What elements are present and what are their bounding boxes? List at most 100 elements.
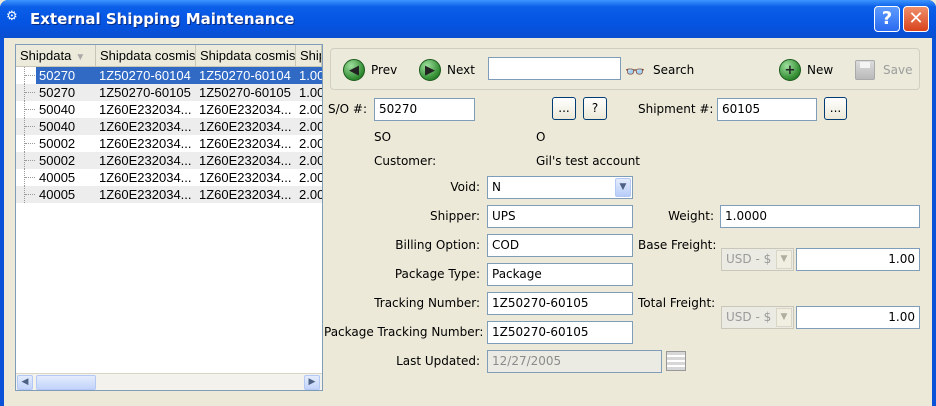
chevron-down-icon[interactable]: ▼ <box>615 178 631 197</box>
save-label: Save <box>883 63 913 77</box>
tree-connector-icon <box>24 84 36 101</box>
table-row[interactable]: 40005 1Z60E232034... 1Z60E232034... 2.00 <box>16 186 322 203</box>
table-cell: 1.00 <box>299 85 322 100</box>
table-cell: 1Z60E232034... <box>199 102 292 117</box>
column-header-cosmis-2[interactable]: Shipdata cosmis <box>196 45 296 67</box>
tracking-number-field[interactable]: 1Z50270-60105 <box>487 292 633 315</box>
plus-icon: + <box>779 59 801 81</box>
package-tracking-number-field[interactable]: 1Z50270-60105 <box>487 321 633 344</box>
weight-label: Weight: <box>668 209 714 223</box>
so-info-button[interactable]: ? <box>583 97 607 120</box>
total-freight-field[interactable]: 1.00 <box>796 306 920 329</box>
void-select[interactable]: N ▼ <box>487 176 633 199</box>
table-cell: 2.00 <box>299 102 322 117</box>
next-label: Next <box>447 63 475 77</box>
table-cell: 1Z60E232034... <box>99 119 192 134</box>
total-freight-label: Total Freight: <box>638 296 716 310</box>
calendar-icon[interactable] <box>666 351 686 371</box>
table-cell: 40005 <box>39 170 76 185</box>
binoculars-icon: 👓 <box>625 62 645 81</box>
client-area: Shipdata ▼ Shipdata cosmis Shipdata cosmi… <box>4 38 932 406</box>
scroll-right-arrow-icon[interactable]: ▶ <box>304 375 320 390</box>
tracking-number-label: Tracking Number: <box>374 296 480 310</box>
search-input[interactable] <box>488 57 621 80</box>
package-tracking-number-label: Package Tracking Number: <box>324 325 484 339</box>
tree-connector-icon <box>24 67 36 84</box>
tree-connector-icon <box>24 118 36 135</box>
tree-connector-icon <box>24 169 36 186</box>
table-cell: 40005 <box>39 187 76 202</box>
order-status-text: O <box>536 130 546 144</box>
package-type-field[interactable]: Package <box>487 263 633 286</box>
table-header: Shipdata ▼ Shipdata cosmis Shipdata cosmi… <box>16 45 322 67</box>
table-cell: 1Z60E232034... <box>199 119 292 134</box>
table-cell: 1.00 <box>296 67 322 84</box>
chevron-down-icon: ▼ <box>776 250 792 269</box>
scroll-left-arrow-icon[interactable]: ◀ <box>17 375 33 390</box>
table-cell: 1Z60E232034... <box>199 136 292 151</box>
new-button[interactable]: + New <box>779 59 835 81</box>
window-title: External Shipping Maintenance <box>30 10 295 28</box>
table-row[interactable]: 50270 1Z50270-60105 1Z50270-60105 1.00 <box>16 84 322 101</box>
column-header-cosmis-1[interactable]: Shipdata cosmis <box>96 45 196 67</box>
prev-button[interactable]: ◀ Prev <box>343 59 405 81</box>
shipment-number-field[interactable]: 60105 <box>717 98 817 121</box>
customer-label: Customer: <box>374 154 437 168</box>
table-row[interactable]: 50270 1Z50270-60104 1Z50270-60104 1.00 <box>16 67 322 84</box>
void-label: Void: <box>450 180 480 194</box>
table-cell: 1Z50270-60104 <box>96 67 196 84</box>
help-button[interactable]: ? <box>874 6 900 32</box>
table-row[interactable]: 40005 1Z60E232034... 1Z60E232034... 2.00 <box>16 169 322 186</box>
billing-option-field[interactable]: COD <box>487 234 633 257</box>
prev-label: Prev <box>371 63 398 77</box>
prev-arrow-icon: ◀ <box>343 59 365 81</box>
last-updated-field: 12/27/2005 <box>487 350 662 373</box>
table-row[interactable]: 50040 1Z60E232034... 1Z60E232034... 2.00 <box>16 118 322 135</box>
table-cell: 2.00 <box>299 153 322 168</box>
table-cell: 50040 <box>39 102 76 117</box>
table-row[interactable]: 50002 1Z60E232034... 1Z60E232034... 2.00 <box>16 152 322 169</box>
base-freight-field[interactable]: 1.00 <box>796 248 920 271</box>
table-row[interactable]: 50002 1Z60E232034... 1Z60E232034... 2.00 <box>16 135 322 152</box>
chevron-down-icon: ▼ <box>776 308 792 327</box>
table-cell: 1Z60E232034... <box>99 153 192 168</box>
table-cell: 1Z60E232034... <box>199 153 292 168</box>
billing-option-label: Billing Option: <box>395 238 480 252</box>
app-window: ⚙ External Shipping Maintenance ? ✕ Ship… <box>0 0 936 406</box>
search-button[interactable]: 👓 Search <box>625 59 695 81</box>
shipper-field[interactable]: UPS <box>487 205 633 228</box>
shipper-label: Shipper: <box>430 209 480 223</box>
column-header-shipd[interactable]: Shipd <box>296 45 322 67</box>
base-freight-label: Base Freight: <box>638 238 717 252</box>
table-cell: 1Z60E232034... <box>99 136 192 151</box>
so-number-field[interactable]: 50270 <box>374 98 475 121</box>
table-cell: 1Z60E232034... <box>199 170 292 185</box>
so-number-label: S/O #: <box>328 102 368 116</box>
tree-connector-icon <box>24 135 36 152</box>
tree-connector-icon <box>24 101 36 118</box>
horizontal-scrollbar[interactable]: ◀ ▶ <box>16 373 322 390</box>
table-cell: 2.00 <box>299 187 322 202</box>
table-row[interactable]: 50040 1Z60E232034... 1Z60E232034... 2.00 <box>16 101 322 118</box>
so-lookup-button[interactable]: ... <box>552 97 576 120</box>
tree-connector-icon <box>24 186 36 203</box>
new-label: New <box>807 63 834 77</box>
next-button[interactable]: ▶ Next <box>419 59 481 81</box>
column-header-shipdata[interactable]: Shipdata ▼ <box>16 45 96 67</box>
table-cell: 50002 <box>39 153 76 168</box>
save-button[interactable]: Save <box>855 59 913 81</box>
table-cell: 1Z60E232034... <box>99 187 192 202</box>
total-currency-select: USD - $ ▼ <box>721 306 794 329</box>
void-value: N <box>492 180 501 194</box>
shipment-lookup-button[interactable]: ... <box>824 97 847 120</box>
close-button[interactable]: ✕ <box>903 6 929 32</box>
base-currency-value: USD - $ <box>726 252 772 266</box>
scroll-thumb[interactable] <box>36 375 96 390</box>
weight-field[interactable]: 1.0000 <box>720 205 920 228</box>
table-cell: 2.00 <box>299 170 322 185</box>
toolbar: ◀ Prev ▶ Next 👓 Search + New Save <box>330 48 920 90</box>
table-cell: 50002 <box>39 136 76 151</box>
table-cell: 2.00 <box>299 119 322 134</box>
table-cell: 50270 <box>36 67 96 84</box>
total-currency-value: USD - $ <box>726 310 772 324</box>
